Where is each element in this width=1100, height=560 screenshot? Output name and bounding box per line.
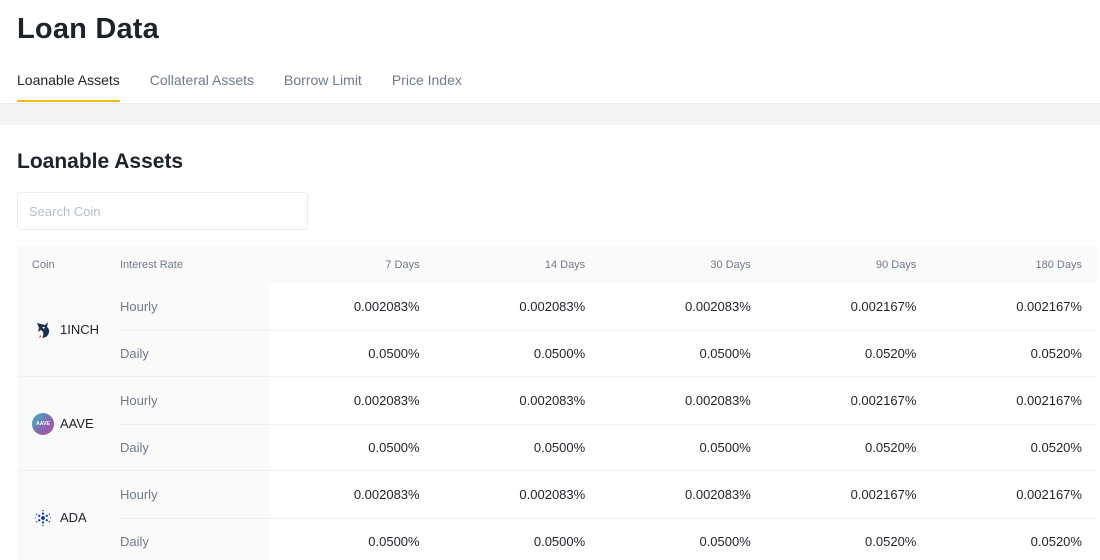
tab-bar: Loanable Assets Collateral Assets Borrow… (17, 72, 492, 104)
hourly-row: Hourly 0.002083% 0.002083% 0.002083% 0.0… (120, 377, 1097, 424)
table-row: 1INCH Hourly 0.002083% 0.002083% 0.00208… (17, 283, 1097, 377)
hourly-row: Hourly 0.002083% 0.002083% 0.002083% 0.0… (120, 283, 1097, 330)
rate-value: 0.0520% (1030, 439, 1082, 455)
daily-row: Daily 0.0500% 0.0500% 0.0500% 0.0520% 0.… (120, 329, 1097, 376)
loanable-assets-table: Coin Interest Rate 7 Days 14 Days 30 Day… (17, 246, 1097, 560)
tab-loanable-assets[interactable]: Loanable Assets (17, 72, 120, 102)
rate-value: 0.0500% (368, 533, 420, 549)
rate-value: 0.002083% (685, 298, 751, 314)
rate-label: Daily (120, 518, 269, 560)
rate-value: 0.002083% (519, 486, 586, 502)
rate-value: 0.002167% (1016, 392, 1082, 408)
cardano-icon (32, 507, 54, 529)
rate-value: 0.0520% (1030, 345, 1082, 361)
coin-cell: ADA (17, 471, 120, 560)
rate-value: 0.002083% (353, 392, 420, 408)
rate-value: 0.0520% (865, 533, 917, 549)
rate-value: 0.0500% (368, 439, 420, 455)
header-30-days: 30 Days (710, 258, 751, 271)
rate-value: 0.002083% (519, 392, 586, 408)
header-interest-rate: Interest Rate (120, 258, 183, 271)
aave-icon: AAVE (32, 412, 54, 435)
rate-value: 0.002167% (850, 298, 917, 314)
tab-collateral-assets[interactable]: Collateral Assets (150, 72, 254, 102)
coin-cell: AAVE AAVE (17, 377, 120, 470)
header-14-days: 14 Days (544, 258, 586, 271)
hourly-row: Hourly 0.002083% 0.002083% 0.002083% 0.0… (120, 471, 1097, 518)
rate-label: Hourly (120, 283, 269, 330)
table-header: Coin Interest Rate 7 Days 14 Days 30 Day… (17, 246, 1097, 283)
rate-label: Hourly (120, 471, 269, 518)
rate-label: Daily (120, 330, 269, 376)
rate-value: 0.0520% (865, 439, 917, 455)
coin-name: AAVE (60, 416, 94, 431)
header-7-days: 7 Days (385, 258, 420, 271)
header-90-days: 90 Days (876, 258, 917, 271)
rate-value: 0.002167% (850, 392, 917, 408)
rate-label: Daily (120, 424, 269, 470)
rate-value: 0.002083% (519, 298, 586, 314)
rate-value: 0.002167% (850, 486, 917, 502)
tab-borrow-limit[interactable]: Borrow Limit (284, 72, 362, 102)
rate-value: 0.0500% (699, 439, 751, 455)
rate-label: Hourly (120, 377, 269, 424)
rate-value: 0.0520% (1030, 533, 1082, 549)
rate-value: 0.002083% (353, 486, 420, 502)
rate-value: 0.0500% (699, 533, 751, 549)
header-coin: Coin (32, 258, 55, 271)
rate-value: 0.002083% (353, 298, 420, 314)
header-180-days: 180 Days (1035, 258, 1082, 271)
page-title: Loan Data (17, 13, 159, 45)
rate-value: 0.0500% (533, 439, 586, 455)
rate-value: 0.0500% (368, 345, 420, 361)
table-row: AAVE AAVE Hourly 0.002083% 0.002083% 0.0… (17, 377, 1097, 471)
daily-row: Daily 0.0500% 0.0500% 0.0500% 0.0520% 0.… (120, 517, 1097, 560)
coin-name: 1INCH (60, 322, 100, 337)
aave-icon-text: AAVE (36, 420, 50, 427)
rate-value: 0.0500% (533, 345, 586, 361)
rate-value: 0.0500% (533, 533, 586, 549)
coin-cell: 1INCH (17, 283, 120, 376)
rate-value: 0.002083% (685, 392, 751, 408)
coin-name: ADA (60, 510, 87, 525)
rate-value: 0.002083% (685, 486, 751, 502)
rate-value: 0.002167% (1016, 486, 1082, 502)
1inch-unicorn-icon (32, 319, 54, 341)
rate-value: 0.0500% (699, 345, 751, 361)
tab-price-index[interactable]: Price Index (392, 72, 462, 102)
search-coin-input[interactable] (17, 192, 308, 230)
daily-row: Daily 0.0500% 0.0500% 0.0500% 0.0520% 0.… (120, 423, 1097, 470)
section-title: Loanable Assets (17, 150, 184, 173)
rate-value: 0.0520% (865, 345, 917, 361)
rate-value: 0.002167% (1016, 298, 1082, 314)
table-row: ADA Hourly 0.002083% 0.002083% 0.002083%… (17, 471, 1097, 560)
section-divider (0, 103, 1100, 125)
